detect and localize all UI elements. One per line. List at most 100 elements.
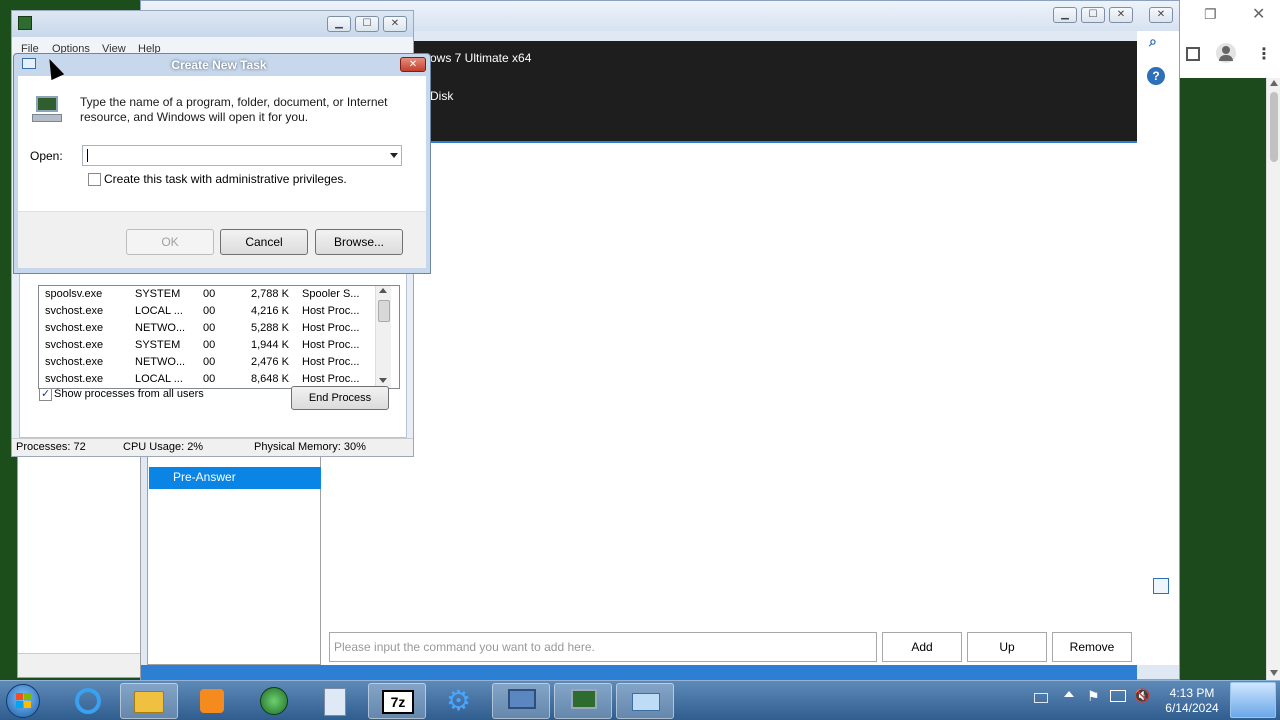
clock-date: 6/14/2024 (1165, 701, 1219, 715)
process-name: svchost.exe (45, 373, 104, 385)
process-user: LOCAL ... (135, 305, 183, 317)
close-icon[interactable]: ✕ (1252, 4, 1265, 24)
process-desc: Host Proc... (302, 339, 360, 351)
process-name: spoolsv.exe (45, 288, 103, 300)
taskbar-gear-settings[interactable]: ⚙ (430, 683, 488, 719)
chevron-down-icon[interactable] (390, 153, 398, 158)
taskbar-internet-explorer[interactable] (58, 683, 116, 719)
ok-button[interactable]: OK (126, 229, 214, 255)
tm-maximize-button[interactable]: ☐ (355, 16, 379, 32)
browser-topbar: ❐ ✕ (1180, 0, 1280, 32)
windows-logo-part (24, 693, 31, 700)
show-desktop-button[interactable] (1230, 682, 1276, 718)
dialog-title: Create New Task (171, 58, 267, 72)
table-row[interactable]: svchost.exe NETWO... 00 5,288 K Host Pro… (39, 320, 377, 337)
process-user: NETWO... (135, 356, 186, 368)
process-memory: 8,648 K (251, 373, 289, 385)
browse-button[interactable]: Browse... (315, 229, 403, 255)
process-desc: Spooler S... (302, 288, 360, 300)
process-cpu: 00 (203, 322, 216, 334)
process-user: SYSTEM (135, 288, 181, 300)
process-list-scrollbar[interactable] (375, 286, 391, 388)
taskbar-7zip[interactable]: 7z (368, 683, 426, 719)
browser-toolbar: ⋮ (1180, 40, 1280, 78)
keyboard-icon[interactable] (1034, 693, 1048, 703)
app-right-toolbar: ⌕ ? (1137, 31, 1179, 665)
process-user: SYSTEM (135, 339, 181, 351)
panel-view-icon[interactable] (1153, 578, 1169, 594)
folder-icon (134, 691, 164, 713)
table-row[interactable]: svchost.exe SYSTEM 00 1,944 K Host Proc.… (39, 337, 377, 354)
browser-scrollbar[interactable] (1266, 78, 1280, 680)
windows-logo-icon (16, 693, 23, 700)
taskbar-computer-network[interactable] (492, 683, 550, 719)
taskbar-task-manager[interactable] (554, 683, 612, 719)
taskbar-notepad-files[interactable] (306, 683, 364, 719)
side-panel-icon[interactable] (1186, 47, 1200, 61)
process-memory: 2,788 K (251, 288, 289, 300)
tm-close-button[interactable]: ✕ (383, 16, 407, 32)
show-all-users-checkbox[interactable] (39, 387, 52, 401)
disk-label: Disk (430, 89, 454, 103)
remove-button[interactable]: Remove (1052, 632, 1132, 662)
process-user: LOCAL ... (135, 373, 183, 385)
profile-icon[interactable] (1216, 43, 1236, 63)
outer-close-button[interactable]: ✕ (1149, 7, 1173, 23)
globe-icon (260, 687, 288, 715)
scroll-up-icon[interactable] (379, 288, 387, 293)
cancel-button[interactable]: Cancel (220, 229, 308, 255)
minimize-button[interactable]: ▁ (1053, 7, 1077, 23)
windows-logo-part (24, 701, 31, 708)
network-icon[interactable] (1110, 690, 1126, 702)
taskbar-run-dialog[interactable] (616, 683, 674, 719)
end-process-button[interactable]: End Process (291, 386, 389, 410)
nav-item-pre-answer[interactable]: Pre-Answer (149, 467, 321, 489)
internet-explorer-icon (75, 688, 101, 714)
process-memory: 2,476 K (251, 356, 289, 368)
up-button[interactable]: Up (967, 632, 1047, 662)
dialog-titlebar[interactable]: Create New Task ✕ (14, 54, 430, 76)
os-label: ows 7 Ultimate x64 (430, 51, 532, 65)
volume-muted-icon[interactable]: 🔇 (1134, 688, 1150, 704)
show-hidden-icons-icon[interactable] (1064, 691, 1074, 697)
dialog-footer: OK Cancel Browse... (18, 211, 426, 268)
tm-minimize-button[interactable]: ▁ (327, 16, 351, 32)
table-row[interactable]: svchost.exe NETWO... 00 2,476 K Host Pro… (39, 354, 377, 371)
scroll-down-icon[interactable] (379, 378, 387, 383)
process-memory: 1,944 K (251, 339, 289, 351)
start-button[interactable] (6, 684, 40, 718)
left-side-panel (17, 456, 141, 678)
add-button[interactable]: Add (882, 632, 962, 662)
taskbar-file-explorer[interactable] (120, 683, 178, 719)
open-combobox[interactable] (82, 145, 402, 166)
maximize-button[interactable]: ☐ (1081, 7, 1105, 23)
process-list[interactable]: spoolsv.exe SYSTEM 00 2,788 K Spooler S.… (38, 285, 400, 389)
command-input[interactable]: Please input the command you want to add… (329, 632, 877, 662)
search-icon[interactable]: ⌕ (1149, 33, 1157, 50)
process-name: svchost.exe (45, 339, 104, 351)
admin-privileges-checkbox[interactable] (88, 173, 101, 186)
status-cpu: CPU Usage: 2% (123, 441, 204, 453)
system-clock[interactable]: 4:13 PM 6/14/2024 (1160, 686, 1224, 716)
table-row[interactable]: svchost.exe LOCAL ... 00 4,216 K Host Pr… (39, 303, 377, 320)
gear-icon: ⚙ (446, 685, 472, 716)
help-icon[interactable]: ? (1147, 67, 1165, 85)
action-center-flag-icon[interactable]: ⚑ (1087, 688, 1100, 705)
close-button[interactable]: ✕ (1109, 7, 1133, 23)
menu-dots-icon[interactable]: ⋮ (1256, 44, 1272, 64)
computer-program-icon (32, 94, 62, 124)
taskbar-network-globe[interactable] (244, 683, 302, 719)
taskbar-media-player[interactable] (182, 683, 240, 719)
media-player-icon (200, 689, 224, 713)
dialog-close-button[interactable]: ✕ (400, 57, 426, 72)
scrollbar-thumb[interactable] (378, 300, 390, 322)
taskbar: 7z ⚙ ⚑ 🔇 (0, 680, 1280, 720)
restore-icon[interactable]: ❐ (1204, 6, 1217, 23)
process-desc: Host Proc... (302, 322, 360, 334)
table-row[interactable]: spoolsv.exe SYSTEM 00 2,788 K Spooler S.… (39, 286, 377, 303)
admin-privileges-label: Create this task with administrative pri… (104, 172, 347, 186)
7zip-icon: 7z (382, 690, 414, 714)
process-cpu: 00 (203, 356, 216, 368)
process-memory: 5,288 K (251, 322, 289, 334)
status-processes: Processes: 72 (16, 441, 86, 453)
